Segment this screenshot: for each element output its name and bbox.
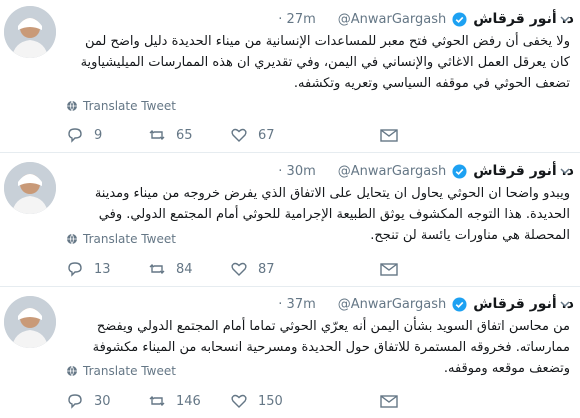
timestamp[interactable]: · 30m: [278, 164, 315, 179]
verified-badge-icon: [452, 163, 467, 179]
tweet-header: د. أنور قرقاش @AnwarGargash · 27m: [278, 9, 574, 29]
heart-icon: [231, 262, 247, 276]
translate-tweet-link[interactable]: Translate Tweet: [66, 364, 176, 378]
retweet-icon: [149, 130, 165, 140]
tweet[interactable]: د. أنور قرقاش @AnwarGargash · 30m ويبدو …: [0, 152, 580, 287]
reply-count: 30: [94, 393, 111, 409]
reply-icon: [68, 394, 82, 409]
tweet[interactable]: د. أنور قرقاش @AnwarGargash · 37m من محا…: [0, 286, 580, 418]
handle[interactable]: @AnwarGargash: [338, 164, 446, 179]
reply-icon: [68, 128, 82, 143]
avatar[interactable]: [4, 296, 56, 348]
chevron-down-icon[interactable]: [558, 164, 572, 178]
reply-button[interactable]: 9: [66, 126, 102, 144]
translate-label: Translate Tweet: [83, 364, 176, 378]
timestamp[interactable]: · 27m: [278, 12, 315, 27]
tweet-actions: 13 84 87: [66, 260, 398, 280]
heart-icon: [231, 128, 247, 142]
verified-badge-icon: [452, 296, 467, 312]
avatar[interactable]: [4, 6, 56, 58]
tweet[interactable]: د. أنور قرقاش @AnwarGargash · 27m ولا يخ…: [0, 0, 580, 153]
like-button[interactable]: 87: [230, 260, 275, 278]
like-count: 67: [258, 127, 275, 143]
timestamp[interactable]: · 37m: [278, 297, 315, 312]
reply-button[interactable]: 13: [66, 260, 111, 278]
reply-count: 13: [94, 261, 111, 277]
retweet-count: 146: [176, 393, 201, 409]
mail-icon[interactable]: [379, 392, 399, 410]
globe-icon: [67, 233, 77, 245]
chevron-down-icon[interactable]: [558, 297, 572, 311]
retweet-count: 84: [176, 261, 193, 277]
tweet-actions: 9 65 67: [66, 126, 398, 146]
handle[interactable]: @AnwarGargash: [338, 297, 446, 312]
mail-icon[interactable]: [379, 260, 399, 278]
retweet-icon: [149, 264, 165, 274]
retweet-icon: [149, 396, 165, 406]
tweet-actions: 30 146 150: [66, 392, 398, 412]
tweet-header: د. أنور قرقاش @AnwarGargash · 37m: [278, 294, 574, 314]
globe-icon: [67, 100, 77, 112]
handle[interactable]: @AnwarGargash: [338, 12, 446, 27]
like-count: 150: [258, 393, 283, 409]
reply-count: 9: [94, 127, 103, 143]
mail-icon[interactable]: [379, 126, 399, 144]
globe-icon: [67, 365, 77, 377]
chevron-down-icon[interactable]: [558, 12, 572, 26]
tweet-header: د. أنور قرقاش @AnwarGargash · 30m: [278, 161, 574, 181]
like-button[interactable]: 150: [230, 392, 283, 410]
like-count: 87: [258, 261, 275, 277]
retweet-button[interactable]: 146: [148, 392, 201, 410]
reply-icon: [68, 262, 82, 277]
translate-label: Translate Tweet: [83, 99, 176, 113]
verified-badge-icon: [452, 11, 467, 27]
retweet-button[interactable]: 84: [148, 260, 193, 278]
reply-button[interactable]: 30: [66, 392, 111, 410]
translate-tweet-link[interactable]: Translate Tweet: [66, 232, 176, 246]
heart-icon: [231, 394, 247, 408]
translate-tweet-link[interactable]: Translate Tweet: [66, 99, 176, 113]
translate-label: Translate Tweet: [83, 232, 176, 246]
like-button[interactable]: 67: [230, 126, 275, 144]
avatar[interactable]: [4, 162, 56, 214]
retweet-button[interactable]: 65: [148, 126, 193, 144]
retweet-count: 65: [176, 127, 193, 143]
tweet-text: ولا يخفى أن رفض الحوثي فتح معبر للمساعدا…: [80, 34, 570, 91]
